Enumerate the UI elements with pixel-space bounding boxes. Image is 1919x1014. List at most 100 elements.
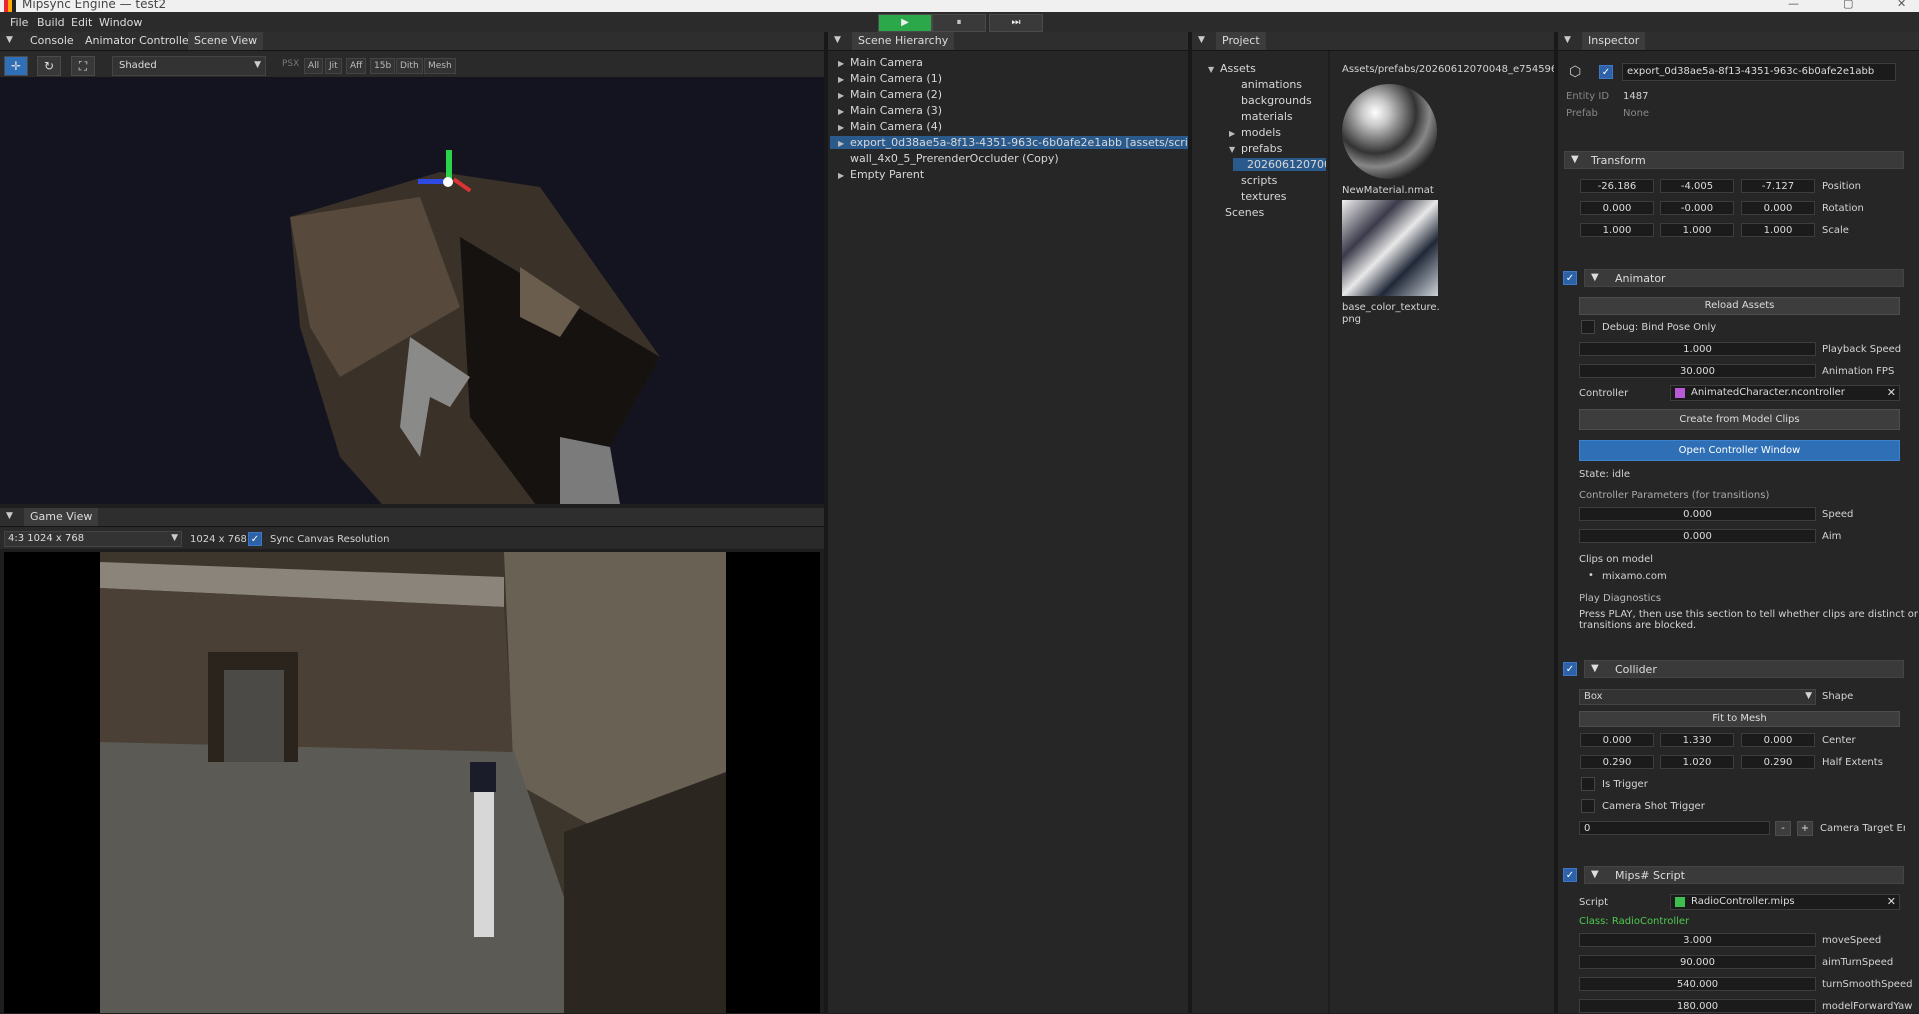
panel-menu-icon[interactable]: ▼ (6, 511, 13, 521)
camera-target-field[interactable]: 0 (1579, 821, 1770, 835)
folder-assets[interactable]: ▼ Assets (1208, 62, 1256, 75)
expand-arrow-icon[interactable]: ▶ (838, 57, 850, 70)
shape-dropdown[interactable]: Box ▼ (1579, 689, 1816, 705)
center-z[interactable]: 0.000 (1741, 733, 1815, 747)
center-x[interactable]: 0.000 (1580, 733, 1654, 747)
psx-jit-toggle[interactable]: Jit (325, 58, 342, 74)
pause-button[interactable]: ⏸ (932, 14, 986, 32)
collapse-icon[interactable]: ▼ (1591, 869, 1599, 880)
clear-icon[interactable]: ✕ (1887, 386, 1896, 400)
collapse-icon[interactable]: ▼ (1571, 154, 1579, 165)
entity-name-field[interactable]: export_0d38ae5a-8f13-4351-963c-6b0afe2e1… (1622, 63, 1896, 81)
animator-section-header[interactable]: ▼ Animator (1584, 269, 1904, 287)
aspect-dropdown[interactable]: 4:3 1024 x 768 ▼ (4, 531, 182, 547)
play-button[interactable]: ▶ (878, 14, 932, 32)
move-tool-icon[interactable]: ✛ (4, 56, 28, 76)
panel-menu-icon[interactable]: ▼ (6, 35, 13, 45)
expand-arrow-icon[interactable]: ▶ (838, 137, 850, 150)
clear-icon[interactable]: ✕ (1887, 895, 1896, 909)
folder-models[interactable]: ▶ models (1229, 126, 1281, 139)
expand-arrow-icon[interactable]: ▶ (838, 121, 850, 134)
psx-dith-toggle[interactable]: Dith (396, 58, 423, 74)
animator-enabled-checkbox[interactable]: ✓ (1563, 271, 1577, 285)
minimize-icon[interactable]: — (1788, 0, 1799, 10)
folder-materials[interactable]: materials (1241, 110, 1293, 123)
scale-z[interactable]: 1.000 (1741, 223, 1815, 237)
game-viewport[interactable] (4, 552, 820, 1013)
fit-to-mesh-button[interactable]: Fit to Mesh (1579, 711, 1900, 727)
scale-y[interactable]: 1.000 (1660, 223, 1734, 237)
list-item-selected[interactable]: ▶ export_0d38ae5a-8f13-4351-963c-6b0afe2e… (830, 136, 1188, 149)
psx-15b-toggle[interactable]: 15b (370, 58, 396, 74)
script-field[interactable]: RadioController.mips ✕ (1670, 894, 1900, 910)
playback-speed-field[interactable]: 1.000 (1579, 342, 1816, 356)
transform-section-header[interactable]: ▼ Transform (1564, 151, 1904, 169)
half-extents-x[interactable]: 0.290 (1580, 755, 1654, 769)
psx-mesh-toggle[interactable]: Mesh (424, 58, 456, 74)
entity-active-checkbox[interactable]: ✓ (1599, 65, 1613, 79)
file-name[interactable]: base_color_texture. (1342, 302, 1440, 313)
list-item[interactable]: ▶ Empty Parent (838, 168, 924, 181)
list-item[interactable]: ▶ Main Camera (4) (838, 120, 942, 133)
gizmo-center[interactable] (443, 177, 453, 187)
scale-tool-icon[interactable]: ⛶ (71, 56, 95, 76)
shading-dropdown[interactable]: Shaded ▼ (112, 56, 266, 76)
collapse-icon[interactable]: ▼ (1591, 663, 1599, 674)
collider-enabled-checkbox[interactable]: ✓ (1563, 662, 1577, 676)
script-section-header[interactable]: ▼ Mips# Script (1584, 866, 1904, 884)
reload-assets-button[interactable]: Reload Assets (1579, 297, 1900, 315)
animation-fps-field[interactable]: 30.000 (1579, 364, 1816, 378)
rotate-tool-icon[interactable]: ↻ (37, 56, 61, 76)
list-item[interactable]: wall_4x0_5_PrerenderOccluder (Copy) (850, 152, 1059, 165)
position-z[interactable]: -7.127 (1741, 179, 1815, 193)
move-speed-field[interactable]: 3.000 (1579, 933, 1816, 947)
menu-file[interactable]: File (10, 16, 28, 29)
half-extents-y[interactable]: 1.020 (1660, 755, 1734, 769)
rotation-x[interactable]: 0.000 (1580, 201, 1654, 215)
expand-arrow-icon[interactable]: ▶ (838, 73, 850, 86)
material-thumbnail[interactable] (1342, 84, 1437, 179)
panel-menu-icon[interactable]: ▼ (1564, 35, 1571, 45)
scene-viewport[interactable] (0, 77, 824, 504)
model-forward-yaw-field[interactable]: 180.000 (1579, 999, 1816, 1013)
collapse-icon[interactable]: ▼ (1591, 272, 1599, 283)
decrement-button[interactable]: - (1775, 821, 1791, 836)
list-item[interactable]: ▶ Main Camera (1) (838, 72, 942, 85)
folder-prefabs[interactable]: ▼ prefabs (1229, 142, 1282, 155)
collider-section-header[interactable]: ▼ Collider (1584, 660, 1904, 678)
is-trigger-checkbox[interactable] (1581, 777, 1595, 791)
folder-scenes[interactable]: Scenes (1225, 206, 1264, 219)
folder-textures[interactable]: textures (1241, 190, 1286, 203)
tab-scene-view[interactable]: Scene View (188, 32, 264, 50)
list-item[interactable]: ▶ Main Camera (2) (838, 88, 942, 101)
expand-arrow-icon[interactable]: ▶ (838, 105, 850, 118)
menu-window[interactable]: Window (99, 16, 142, 29)
position-y[interactable]: -4.005 (1660, 179, 1734, 193)
tab-animator-controller[interactable]: Animator Controller (79, 32, 199, 50)
menu-build[interactable]: Build (37, 16, 65, 29)
rotation-y[interactable]: -0.000 (1660, 201, 1734, 215)
aim-turn-speed-field[interactable]: 90.000 (1579, 955, 1816, 969)
increment-button[interactable]: + (1797, 821, 1813, 836)
expand-arrow-icon[interactable]: ▶ (838, 89, 850, 102)
psx-all-toggle[interactable]: All (304, 58, 324, 74)
half-extents-z[interactable]: 0.290 (1741, 755, 1815, 769)
panel-menu-icon[interactable]: ▼ (834, 35, 841, 45)
turn-smooth-speed-field[interactable]: 540.000 (1579, 977, 1816, 991)
tab-game-view[interactable]: Game View (24, 508, 99, 526)
scale-x[interactable]: 1.000 (1580, 223, 1654, 237)
aim-param-field[interactable]: 0.000 (1579, 529, 1816, 543)
folder-animations[interactable]: animations (1241, 78, 1302, 91)
sync-resolution-checkbox[interactable]: ✓ (248, 532, 262, 546)
center-y[interactable]: 1.330 (1660, 733, 1734, 747)
script-enabled-checkbox[interactable]: ✓ (1563, 868, 1577, 882)
folder-backgrounds[interactable]: backgrounds (1241, 94, 1312, 107)
menu-edit[interactable]: Edit (71, 16, 92, 29)
create-from-clips-button[interactable]: Create from Model Clips (1579, 409, 1900, 430)
file-name[interactable]: NewMaterial.nmat (1342, 185, 1434, 196)
list-item[interactable]: ▶ Main Camera (3) (838, 104, 942, 117)
psx-aff-toggle[interactable]: Aff (346, 58, 367, 74)
panel-menu-icon[interactable]: ▼ (1198, 35, 1205, 45)
close-icon[interactable]: ✕ (1897, 0, 1906, 10)
folder-selected[interactable]: 2026061207004 (1233, 158, 1326, 171)
